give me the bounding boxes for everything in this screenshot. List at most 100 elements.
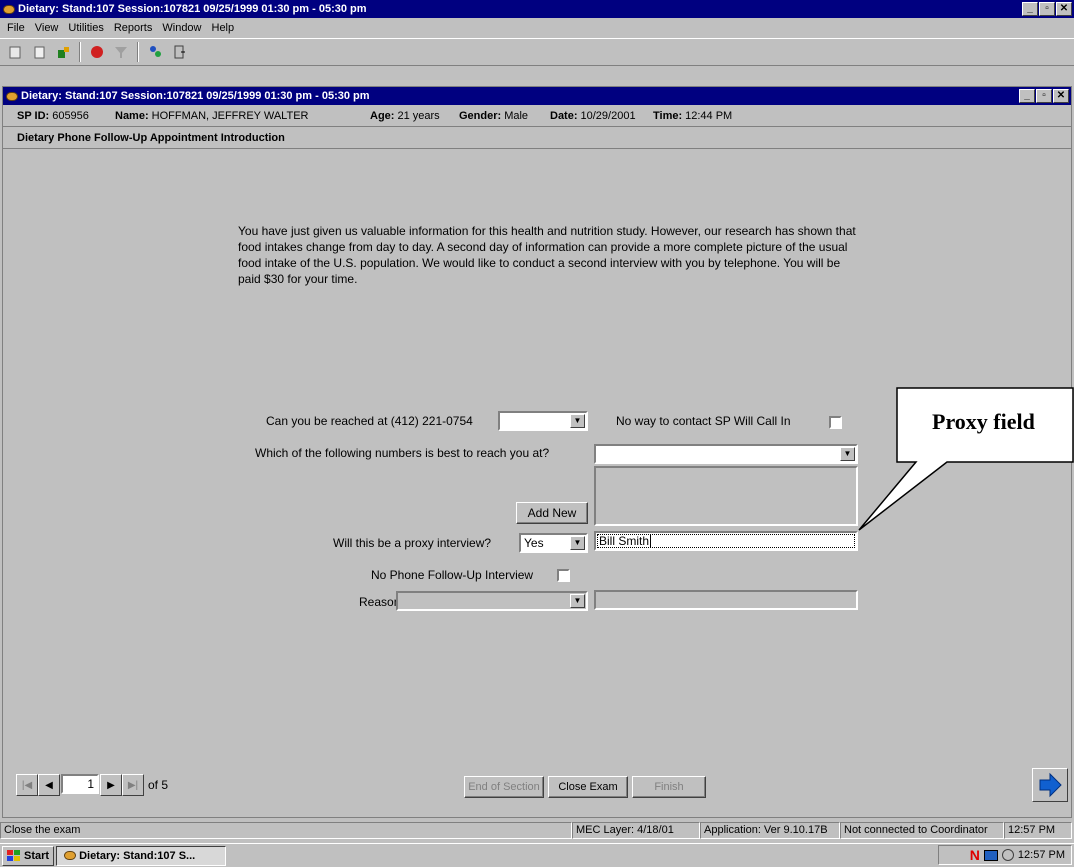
text-cursor — [650, 534, 652, 548]
toolbar-separator — [137, 42, 139, 62]
sp-date-value: 10/29/2001 — [580, 109, 636, 122]
menu-window[interactable]: Window — [162, 22, 201, 34]
prev-page-icon[interactable]: ◀ — [38, 774, 60, 796]
menu-file[interactable]: File — [7, 22, 25, 34]
no-phone-checkbox[interactable] — [557, 569, 570, 582]
clipboard-icon[interactable] — [28, 41, 50, 63]
dietary-task-icon — [64, 851, 77, 860]
sp-name-group: Name: HOFFMAN, JEFFREY WALTER — [115, 110, 308, 122]
page-count: of 5 — [148, 778, 169, 792]
chevron-down-icon[interactable]: ▼ — [570, 414, 585, 428]
reach-label: Can you be reached at (412) 221-0754 — [266, 414, 473, 428]
page-number-field[interactable]: 1 — [61, 774, 99, 794]
sp-date-group: Date: 10/29/2001 — [550, 110, 636, 122]
sp-name-label: Name: — [115, 109, 149, 122]
finish-button[interactable]: Finish — [632, 776, 706, 798]
number-list-box[interactable] — [594, 466, 858, 526]
open-icon[interactable] — [52, 41, 74, 63]
menu-view[interactable]: View — [35, 22, 59, 34]
proxy-dropdown[interactable]: Yes ▼ — [519, 533, 588, 553]
nav-bar: |◀ ◀ 1 ▶ ▶| of 5 End of Section Close Ex… — [2, 766, 1072, 806]
add-new-button[interactable]: Add New — [516, 502, 588, 524]
system-tray: N 12:57 PM — [938, 845, 1072, 865]
taskbar: Start Dietary: Stand:107 S... N 12:57 PM — [0, 843, 1074, 867]
exam-window-title-bar: Dietary: Stand:107 Session:107821 09/25/… — [3, 87, 1071, 105]
filter-icon[interactable] — [110, 41, 132, 63]
sp-id-group: SP ID: 605956 — [17, 110, 89, 122]
toolbar — [0, 38, 1074, 66]
no-phone-label: No Phone Follow-Up Interview — [371, 568, 534, 582]
reason-text-field[interactable] — [594, 590, 858, 610]
end-of-section-button[interactable]: End of Section — [464, 776, 544, 798]
volume-icon[interactable] — [1001, 849, 1014, 861]
proxy-name-value: Bill Smith — [599, 534, 650, 548]
chevron-down-icon[interactable]: ▼ — [840, 447, 855, 461]
sp-gender-value: Male — [504, 109, 529, 122]
callout-text: Proxy field — [932, 409, 1035, 434]
sp-name-value: HOFFMAN, JEFFREY WALTER — [151, 109, 309, 122]
status-bar: Close the exam MEC Layer: 4/18/01 Applic… — [0, 820, 1074, 840]
close-exam-button[interactable]: Close Exam — [548, 776, 628, 798]
sp-time-label: Time: — [653, 109, 683, 122]
stop-icon[interactable] — [86, 41, 108, 63]
best-number-dropdown[interactable]: ▼ — [594, 444, 858, 464]
taskbar-dietary-task[interactable]: Dietary: Stand:107 S... — [56, 845, 227, 866]
sp-age-label: Age: — [370, 109, 395, 122]
exit-icon[interactable] — [168, 41, 190, 63]
intro-text: You have just given us valuable informat… — [238, 224, 856, 286]
app-title: Dietary: Stand:107 Session:107821 09/25/… — [18, 3, 367, 15]
exam-window-title: Dietary: Stand:107 Session:107821 09/25/… — [21, 90, 370, 102]
first-page-icon[interactable]: |◀ — [16, 774, 38, 796]
windows-logo-icon — [7, 849, 20, 861]
status-mec-layer: MEC Layer: 4/18/01 — [572, 821, 700, 839]
exam-window-icon — [6, 91, 18, 101]
clock[interactable]: 12:57 PM — [1018, 849, 1065, 861]
sp-gender-label: Gender: — [459, 109, 502, 122]
sp-age-value: 21 years — [397, 109, 440, 122]
sp-info-bar: SP ID: 605956 Name: HOFFMAN, JEFFREY WALTE… — [3, 105, 1071, 127]
dietary-task-label: Dietary: Stand:107 S... — [79, 849, 196, 862]
next-page-icon[interactable]: ▶ — [100, 774, 122, 796]
maximize-button[interactable]: ▫ — [1039, 2, 1055, 16]
sp-date-label: Date: — [550, 109, 578, 122]
start-label: Start — [24, 849, 50, 862]
reason-dropdown[interactable]: ▼ — [396, 591, 588, 611]
norton-icon[interactable]: N — [970, 847, 980, 863]
no-contact-label: No way to contact SP Will Call In — [616, 414, 791, 428]
start-button[interactable]: Start — [2, 845, 55, 866]
proxy-field-callout: Proxy field — [897, 388, 1074, 462]
toolbar-separator — [79, 42, 81, 62]
reason-label: Reason — [359, 595, 401, 609]
last-page-icon[interactable]: ▶| — [122, 774, 144, 796]
sp-id-label: SP ID: — [17, 109, 50, 122]
screen-title: Dietary Phone Follow-Up Appointment Intr… — [3, 127, 1071, 149]
app-icon — [3, 4, 15, 14]
sp-age-group: Age: 21 years — [370, 110, 440, 122]
child-close-button[interactable]: ✕ — [1053, 89, 1069, 103]
next-arrow-icon[interactable] — [1032, 768, 1068, 802]
menu-help[interactable]: Help — [212, 22, 235, 34]
no-contact-checkbox[interactable] — [829, 416, 842, 429]
proxy-label: Will this be a proxy interview? — [333, 536, 492, 550]
chevron-down-icon[interactable]: ▼ — [570, 536, 585, 550]
chevron-down-icon[interactable]: ▼ — [570, 594, 585, 608]
new-icon[interactable] — [4, 41, 26, 63]
close-button[interactable]: ✕ — [1056, 2, 1072, 16]
people-icon[interactable] — [144, 41, 166, 63]
best-number-label: Which of the following numbers is best t… — [255, 446, 550, 460]
child-maximize-button[interactable]: ▫ — [1036, 89, 1052, 103]
menu-utilities[interactable]: Utilities — [68, 22, 103, 34]
menu-bar: File View Utilities Reports Window Help — [0, 19, 1074, 37]
sp-id-value: 605956 — [52, 109, 89, 122]
reach-dropdown[interactable]: ▼ — [498, 411, 588, 431]
status-message: Close the exam — [0, 821, 572, 839]
status-connection: Not connected to Coordinator — [840, 821, 1004, 839]
status-time: 12:57 PM — [1004, 821, 1072, 839]
menu-reports[interactable]: Reports — [114, 22, 153, 34]
minimize-button[interactable]: _ — [1022, 2, 1038, 16]
network-icon[interactable] — [983, 849, 998, 861]
sp-gender-group: Gender: Male — [459, 110, 528, 122]
app-title-bar: Dietary: Stand:107 Session:107821 09/25/… — [0, 0, 1074, 18]
proxy-name-field[interactable]: Bill Smith — [594, 531, 858, 551]
child-minimize-button[interactable]: _ — [1019, 89, 1035, 103]
